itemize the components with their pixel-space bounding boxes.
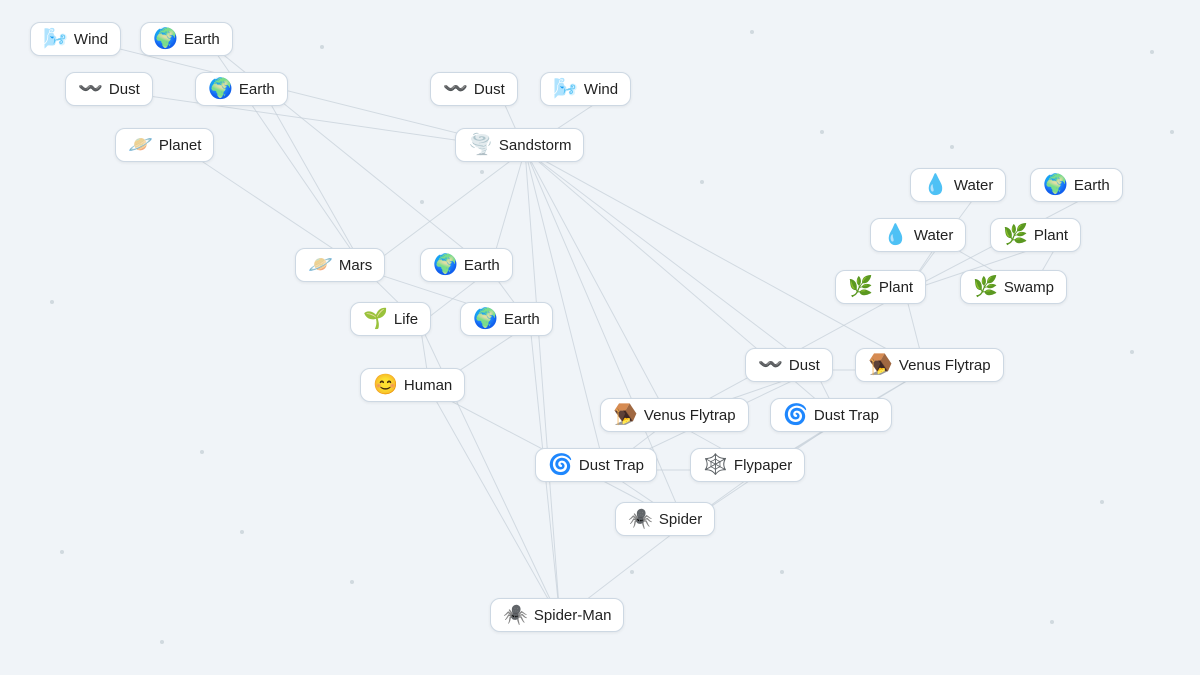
node-label-flypaper1: Flypaper [734,457,792,474]
node-icon-spider1: 🕷️ [628,509,653,529]
node-label-plant1: Plant [1034,227,1068,244]
node-label-dust1: Dust [109,81,140,98]
node-icon-dust2: 〰️ [443,79,468,99]
node-label-plant2: Plant [879,279,913,296]
node-icon-wind2: 🌬️ [553,79,578,99]
node-wind1[interactable]: 🌬️ Wind [30,22,121,56]
node-dust3[interactable]: 〰️ Dust [745,348,833,382]
node-icon-sandstorm1: 🌪️ [468,135,493,155]
node-icon-water2: 💧 [883,225,908,245]
node-label-sandstorm1: Sandstorm [499,137,572,154]
node-icon-dusttrap2: 🌀 [548,455,573,475]
node-label-earth4: Earth [504,311,540,328]
node-icon-wind1: 🌬️ [43,29,68,49]
node-label-spiderman1: Spider-Man [534,607,612,624]
node-icon-life1: 🌱 [363,309,388,329]
node-label-dusttrap1: Dust Trap [814,407,879,424]
node-label-wind1: Wind [74,31,108,48]
node-icon-plant2: 🌿 [848,277,873,297]
node-label-earth3: Earth [464,257,500,274]
node-label-swamp1: Swamp [1004,279,1054,296]
node-life1[interactable]: 🌱 Life [350,302,431,336]
node-label-venusfly2: Venus Flytrap [644,407,736,424]
node-spider1[interactable]: 🕷️ Spider [615,502,715,536]
node-label-water1: Water [954,177,993,194]
node-icon-flypaper1: 🕸️ [703,455,728,475]
node-label-dust3: Dust [789,357,820,374]
node-earth3[interactable]: 🌍 Earth [420,248,513,282]
node-dusttrap2[interactable]: 🌀 Dust Trap [535,448,657,482]
node-sandstorm1[interactable]: 🌪️ Sandstorm [455,128,584,162]
node-icon-venusfly2: 🪤 [613,405,638,425]
node-icon-water1: 💧 [923,175,948,195]
node-icon-earth3: 🌍 [433,255,458,275]
node-label-venusfly1: Venus Flytrap [899,357,991,374]
node-label-life1: Life [394,311,418,328]
node-label-spider1: Spider [659,511,702,528]
node-label-dust2: Dust [474,81,505,98]
node-label-wind2: Wind [584,81,618,98]
node-plant1[interactable]: 🌿 Plant [990,218,1081,252]
node-human1[interactable]: 😊 Human [360,368,465,402]
node-mars1[interactable]: 🪐 Mars [295,248,385,282]
node-water2[interactable]: 💧 Water [870,218,966,252]
node-plant2[interactable]: 🌿 Plant [835,270,926,304]
node-icon-mars1: 🪐 [308,255,333,275]
node-dusttrap1[interactable]: 🌀 Dust Trap [770,398,892,432]
node-icon-venusfly1: 🪤 [868,355,893,375]
node-earth2[interactable]: 🌍 Earth [195,72,288,106]
node-venusfly2[interactable]: 🪤 Venus Flytrap [600,398,749,432]
node-label-earth2: Earth [239,81,275,98]
node-icon-earth2: 🌍 [208,79,233,99]
node-label-planet1: Planet [159,137,202,154]
node-icon-swamp1: 🌿 [973,277,998,297]
node-icon-planet1: 🪐 [128,135,153,155]
node-flypaper1[interactable]: 🕸️ Flypaper [690,448,805,482]
node-earth5[interactable]: 🌍 Earth [1030,168,1123,202]
node-dust1[interactable]: 〰️ Dust [65,72,153,106]
node-icon-dusttrap1: 🌀 [783,405,808,425]
node-label-earth5: Earth [1074,177,1110,194]
node-icon-dust1: 〰️ [78,79,103,99]
node-water1[interactable]: 💧 Water [910,168,1006,202]
node-label-human1: Human [404,377,452,394]
node-icon-dust3: 〰️ [758,355,783,375]
node-icon-spiderman1: 🕷️ [503,605,528,625]
node-planet1[interactable]: 🪐 Planet [115,128,214,162]
node-icon-earth4: 🌍 [473,309,498,329]
node-swamp1[interactable]: 🌿 Swamp [960,270,1067,304]
node-icon-earth1: 🌍 [153,29,178,49]
node-spiderman1[interactable]: 🕷️ Spider-Man [490,598,624,632]
node-icon-human1: 😊 [373,375,398,395]
node-icon-earth5: 🌍 [1043,175,1068,195]
node-earth4[interactable]: 🌍 Earth [460,302,553,336]
node-label-dusttrap2: Dust Trap [579,457,644,474]
node-dust2[interactable]: 〰️ Dust [430,72,518,106]
node-label-mars1: Mars [339,257,372,274]
node-earth1[interactable]: 🌍 Earth [140,22,233,56]
node-label-earth1: Earth [184,31,220,48]
node-wind2[interactable]: 🌬️ Wind [540,72,631,106]
node-icon-plant1: 🌿 [1003,225,1028,245]
node-venusfly1[interactable]: 🪤 Venus Flytrap [855,348,1004,382]
node-label-water2: Water [914,227,953,244]
